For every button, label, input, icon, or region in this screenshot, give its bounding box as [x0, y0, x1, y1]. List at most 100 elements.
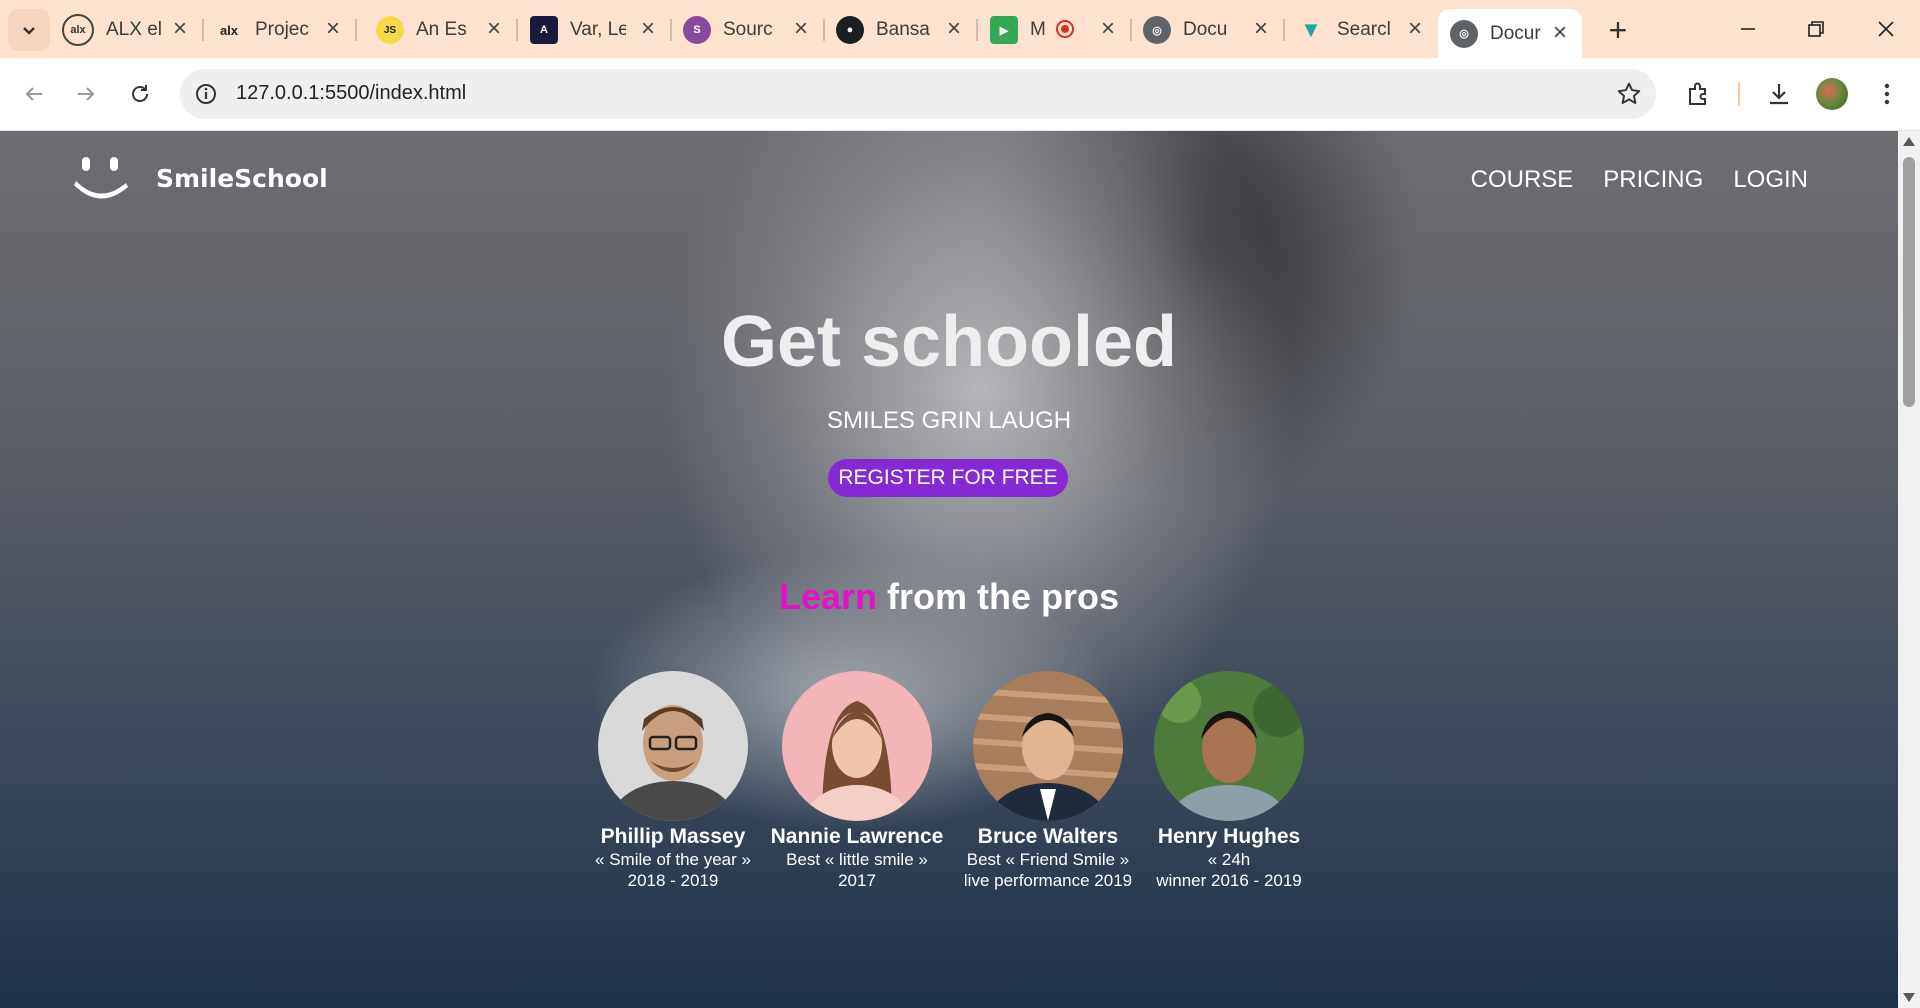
- new-tab-button[interactable]: +: [1598, 10, 1638, 50]
- site-logo[interactable]: SmileSchool: [74, 155, 328, 201]
- vuetify-icon: ▼: [1300, 17, 1322, 42]
- tab-separator: [1130, 19, 1132, 41]
- nav-login[interactable]: LOGIN: [1733, 166, 1808, 194]
- tab-separator: [355, 19, 357, 41]
- minimize-icon: [1741, 28, 1755, 30]
- nav-pricing[interactable]: PRICING: [1603, 166, 1703, 194]
- pro-years: winner 2016 - 2019: [1156, 871, 1302, 890]
- pro-award: Best « Friend Smile »: [966, 850, 1130, 869]
- reload-icon: [132, 85, 148, 102]
- tab-1[interactable]: alx ALX el ×: [62, 9, 204, 51]
- chevron-down-icon: [23, 27, 35, 35]
- tab-title: Docur: [1490, 22, 1541, 44]
- pro-photo: [1154, 671, 1304, 821]
- tab-title: Searcl: [1337, 19, 1391, 40]
- tab-4[interactable]: A Var, Le ×: [530, 9, 672, 51]
- tab-9[interactable]: ▼ Searcl ×: [1297, 9, 1437, 51]
- pro-years: 2018 - 2019: [627, 871, 719, 890]
- pro-name: Nannie Lawrence: [770, 825, 944, 848]
- close-window-button[interactable]: [1856, 8, 1916, 50]
- tab-title: An Es: [416, 19, 467, 40]
- alx-icon: alx: [62, 14, 94, 46]
- tab-title: ALX el: [106, 19, 162, 40]
- page-scrollbar[interactable]: [1898, 131, 1920, 1008]
- restore-button[interactable]: [1786, 8, 1846, 50]
- scroll-down-icon[interactable]: [1903, 993, 1915, 1002]
- letter-a-icon: A: [530, 16, 558, 44]
- pro-award: « 24h: [1207, 850, 1251, 869]
- meet-icon: ▶: [990, 16, 1018, 44]
- tab-separator: [670, 19, 672, 41]
- tab-2[interactable]: alx Projec ×: [215, 9, 357, 51]
- close-icon[interactable]: ×: [942, 17, 966, 41]
- tab-separator: [976, 19, 978, 41]
- tab-separator: [823, 19, 825, 41]
- tab-8[interactable]: ◎ Docu ×: [1143, 9, 1285, 51]
- menu-button[interactable]: [1870, 77, 1904, 111]
- pro-photo: [973, 671, 1123, 821]
- tab-active[interactable]: ◎ Docur ×: [1438, 9, 1582, 58]
- smile-logo-icon: [74, 157, 128, 199]
- recording-icon: [1056, 20, 1074, 38]
- tab-title: Bansa: [876, 19, 930, 40]
- nav-course[interactable]: COURSE: [1471, 166, 1574, 194]
- close-icon[interactable]: ×: [482, 17, 506, 41]
- close-icon[interactable]: ×: [1096, 17, 1120, 41]
- downloads-button[interactable]: [1762, 77, 1796, 111]
- close-icon[interactable]: ×: [789, 17, 813, 41]
- pro-card: Phillip Massey « Smile of the year » 201…: [578, 671, 768, 891]
- info-icon[interactable]: [194, 82, 218, 106]
- tab-separator: [202, 19, 204, 41]
- more-vertical-icon: [1884, 83, 1890, 105]
- site-nav: COURSE PRICING LOGIN: [1471, 166, 1808, 194]
- star-icon[interactable]: [1616, 81, 1642, 107]
- tab-title: Var, Le: [570, 19, 626, 40]
- hero-subtitle: SMILES GRIN LAUGH: [826, 407, 1072, 434]
- close-icon[interactable]: ×: [168, 17, 192, 41]
- tab-5[interactable]: S Sourc ×: [683, 9, 825, 51]
- pros-heading-rest: from the pros: [877, 576, 1120, 617]
- globe-icon: ◎: [1143, 16, 1171, 44]
- close-icon[interactable]: ×: [1249, 17, 1273, 41]
- register-button[interactable]: REGISTER FOR FREE: [828, 459, 1068, 497]
- profile-avatar[interactable]: [1816, 78, 1848, 110]
- arrow-left-icon: [25, 87, 42, 101]
- extensions-button[interactable]: [1682, 77, 1716, 111]
- url-text[interactable]: 127.0.0.1:5500/index.html: [236, 82, 466, 105]
- js-icon: JS: [376, 16, 404, 44]
- tab-separator: [1283, 19, 1285, 41]
- tab-title: M: [1030, 19, 1046, 40]
- pro-years: live performance 2019: [963, 871, 1133, 890]
- pro-card: Nannie Lawrence Best « little smile » 20…: [762, 671, 952, 891]
- scroll-up-icon[interactable]: [1903, 137, 1915, 146]
- close-icon[interactable]: ×: [321, 17, 345, 41]
- tab-strip: alx ALX el × alx Projec × JS An Es × A V…: [0, 0, 1920, 58]
- restore-icon: [1808, 21, 1824, 37]
- tab-title: Projec: [255, 19, 309, 40]
- scrollbar-thumb[interactable]: [1903, 157, 1915, 407]
- reload-button[interactable]: [120, 74, 160, 114]
- forward-button[interactable]: [66, 74, 106, 114]
- close-icon[interactable]: ×: [1403, 17, 1427, 41]
- arrow-right-icon: [78, 87, 95, 101]
- pro-photo: [782, 671, 932, 821]
- back-button[interactable]: [14, 74, 54, 114]
- close-icon[interactable]: ×: [1548, 21, 1572, 45]
- browser-toolbar: 127.0.0.1:5500/index.html: [0, 58, 1920, 131]
- page-viewport: SmileSchool COURSE PRICING LOGIN Get sch…: [0, 131, 1898, 1008]
- tab-6[interactable]: ● Bansa ×: [836, 9, 978, 51]
- tab-separator: [516, 19, 518, 41]
- close-icon[interactable]: ×: [636, 17, 660, 41]
- tab-3[interactable]: JS An Es ×: [376, 9, 518, 51]
- alx-icon: alx: [219, 22, 239, 38]
- tab-search-button[interactable]: [8, 9, 50, 51]
- pros-heading-accent: Learn: [778, 576, 878, 617]
- minimize-button[interactable]: [1718, 8, 1778, 50]
- tab-7[interactable]: ▶ M ×: [990, 9, 1132, 51]
- pro-card: Henry Hughes « 24h winner 2016 - 2019: [1134, 671, 1324, 891]
- github-icon: ●: [836, 16, 864, 44]
- source-icon: S: [683, 16, 711, 44]
- pros-heading: Learn from the pros: [0, 576, 1898, 618]
- address-bar[interactable]: 127.0.0.1:5500/index.html: [180, 69, 1656, 119]
- pro-name: Bruce Walters: [977, 825, 1119, 848]
